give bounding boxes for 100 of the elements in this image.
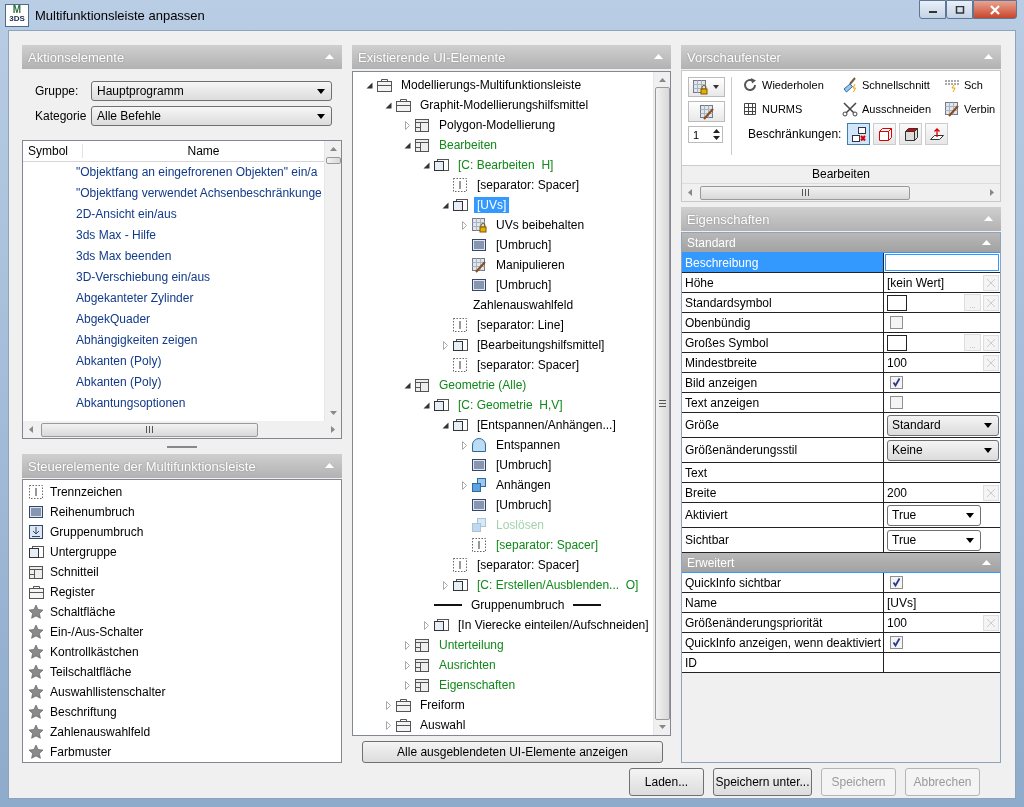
tree-item[interactable]: [Umbruch] (493, 277, 555, 293)
scroll-down-icon[interactable] (329, 411, 337, 415)
tree-item[interactable]: [C: Erstellen/Ausblenden... O] (474, 577, 642, 593)
property-name[interactable]: Größe (682, 413, 884, 437)
maximize-button[interactable] (946, 0, 973, 19)
dropdown[interactable]: True (887, 529, 981, 551)
splitter-grip[interactable] (167, 445, 197, 448)
list-item[interactable]: Untergruppe (50, 545, 117, 559)
dialog-button[interactable]: Laden... (629, 768, 704, 796)
tree-item[interactable]: Ausrichten (436, 657, 499, 673)
tree-item[interactable]: [separator: Spacer] (493, 537, 602, 553)
column-header[interactable]: Name (83, 144, 324, 158)
tree-item[interactable]: Bearbeiten (436, 137, 501, 153)
scroll-down-icon[interactable] (658, 725, 666, 729)
checkbox[interactable] (890, 576, 903, 589)
clear-icon[interactable] (983, 274, 999, 291)
tree-item[interactable]: [C: Bearbeiten H] (455, 157, 557, 173)
dropdown[interactable]: Standard (887, 414, 999, 436)
tree-item[interactable]: Anhängen (493, 477, 554, 493)
dropdown[interactable]: Alle Befehle (91, 105, 332, 126)
toggle-button[interactable] (925, 123, 949, 145)
checkbox[interactable] (890, 396, 903, 409)
vertical-scrollbar[interactable] (324, 141, 341, 421)
close-button[interactable] (973, 0, 1017, 19)
scroll-thumb[interactable] (325, 157, 341, 164)
expander-icon[interactable] (403, 140, 412, 150)
dropdown[interactable]: True (887, 504, 981, 526)
tree-item[interactable]: [C: Geometrie H,V] (455, 397, 566, 413)
horizontal-scrollbar[interactable] (23, 421, 341, 438)
ribbon-button[interactable] (688, 101, 725, 122)
tree-item[interactable]: [Entspannen/Anhängen...] (474, 417, 619, 433)
toggle-button[interactable] (847, 123, 871, 145)
list-item[interactable]: AbgekQuader (23, 309, 324, 330)
show-all-button[interactable]: Alle ausgeblendeten UI-Elemente anzeigen (362, 741, 663, 763)
property-name[interactable]: Größenänderungspriorität (682, 613, 884, 632)
clear-icon[interactable] (983, 334, 999, 351)
list-item[interactable]: Farbmuster (50, 745, 112, 759)
tree-item[interactable]: Graphit-Modellierungshilfsmittel (417, 97, 592, 113)
expander-icon[interactable] (441, 420, 450, 430)
clear-icon[interactable] (983, 294, 999, 311)
property-name[interactable]: Sichtbar (682, 528, 884, 552)
list-item[interactable]: Abhängigkeiten zeigen (23, 330, 324, 351)
expander-icon[interactable] (422, 160, 431, 170)
tree-item[interactable]: Polygon-Modellierung (436, 117, 559, 133)
column-header[interactable]: Symbol (23, 144, 83, 158)
list-item[interactable]: Zahlenauswahlfeld (50, 725, 151, 739)
tree-item[interactable]: [Umbruch] (493, 457, 555, 473)
list-item[interactable]: 3ds Max - Hilfe (23, 225, 324, 246)
ribbon-button[interactable]: Verbin (944, 101, 1000, 117)
scroll-right-icon[interactable] (331, 426, 335, 433)
tree-item[interactable]: Unterteilung (436, 637, 507, 653)
scroll-left-icon[interactable] (688, 189, 692, 196)
minimize-button[interactable] (919, 0, 946, 19)
ribbon-button[interactable]: Ausschneiden (842, 101, 944, 117)
property-name[interactable]: Mindestbreite (682, 353, 884, 372)
tree-item[interactable]: [Bearbeitungshilfsmittel] (474, 337, 608, 353)
list-item[interactable]: Beschriftung (50, 705, 117, 719)
property-name[interactable]: Großes Symbol (682, 333, 884, 352)
spinner-arrows-icon[interactable] (713, 129, 720, 140)
list-item[interactable]: "Objektfang verwendet Achsenbeschränkunge (23, 183, 324, 204)
list-item[interactable]: Trennzeichen (50, 485, 123, 499)
property-name[interactable]: Breite (682, 483, 884, 502)
list-item[interactable]: Gruppenumbruch (50, 525, 144, 539)
toggle-button[interactable] (899, 123, 923, 145)
split-button[interactable] (688, 77, 725, 97)
list-item[interactable]: Reihenumbruch (50, 505, 135, 519)
property-name[interactable]: Aktiviert (682, 503, 884, 527)
tree-item[interactable]: [In Vierecke einteilen/Aufschneiden] (455, 617, 652, 633)
tree-item[interactable]: [Umbruch] (493, 497, 555, 513)
ribbon-button[interactable]: Sch (944, 77, 1000, 93)
checkbox[interactable] (890, 376, 903, 389)
tree-item[interactable]: Entspannen (493, 437, 564, 453)
list-item[interactable]: Schaltfläche (50, 605, 116, 619)
tree-item[interactable]: [separator: Spacer] (474, 177, 583, 193)
tree-item[interactable]: Gruppenumbruch (468, 597, 568, 613)
scroll-up-icon[interactable] (329, 147, 337, 151)
property-name[interactable]: Standardsymbol (682, 293, 884, 312)
spin-field[interactable]: 1 (688, 126, 723, 143)
expander-icon[interactable] (441, 200, 450, 210)
list-item[interactable]: Kontrollkästchen (50, 645, 139, 659)
tree-item[interactable]: Manipulieren (493, 257, 568, 273)
scroll-up-icon[interactable] (658, 78, 666, 82)
tree-item[interactable]: Zahlenauswahlfeld (470, 297, 577, 313)
list-item[interactable]: 3ds Max beenden (23, 246, 324, 267)
clear-icon[interactable] (983, 484, 999, 501)
list-item[interactable]: 3D-Verschiebung ein/aus (23, 267, 324, 288)
toggle-button[interactable] (873, 123, 897, 145)
tree-item[interactable]: Eigenschaften (436, 677, 519, 693)
clear-icon[interactable] (983, 354, 999, 371)
tree-item[interactable]: Auswahl (417, 717, 469, 733)
list-item[interactable]: Ein-/Aus-Schalter (50, 625, 144, 639)
list-item[interactable]: Abgekanteter Zylinder (23, 288, 324, 309)
property-name[interactable]: Name (682, 593, 884, 612)
scroll-thumb[interactable] (41, 422, 258, 437)
list-item[interactable]: Abkantungsoptionen (23, 393, 324, 414)
tree-item[interactable]: Freiform (417, 697, 468, 713)
property-name[interactable]: Höhe (682, 273, 884, 292)
list-item[interactable]: Register (50, 585, 95, 599)
scroll-left-icon[interactable] (29, 426, 33, 433)
list-item[interactable]: Teilschaltfläche (50, 665, 132, 679)
